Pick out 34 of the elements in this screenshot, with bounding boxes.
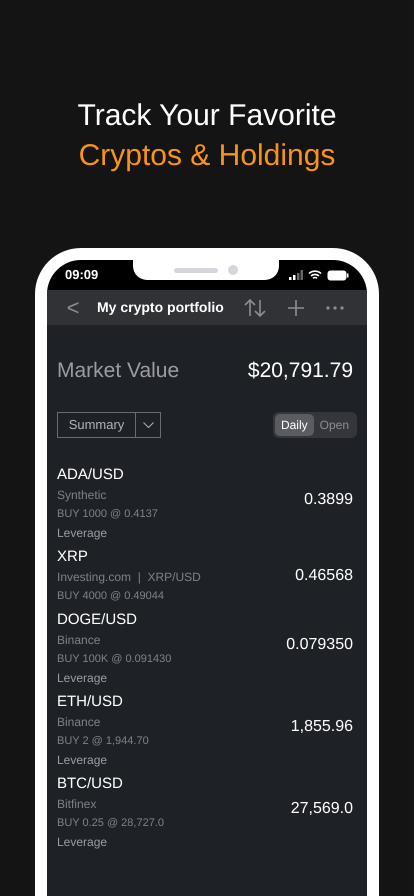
market-value-amount: $20,791.79 <box>248 358 353 384</box>
summary-dropdown[interactable]: Summary <box>57 412 161 438</box>
holding-price: 0.079350 <box>286 634 353 654</box>
nav-title: My crypto portfolio <box>97 298 224 317</box>
holding-symbol: ETH/USD <box>57 692 123 712</box>
holding-price: 27,569.0 <box>290 798 353 818</box>
leverage-label: Leverage <box>57 525 108 542</box>
status-time: 09:09 <box>65 266 98 284</box>
holding-source: Binance <box>57 632 100 649</box>
holding-source: Bitfinex <box>57 796 96 813</box>
holding-source: Synthetic <box>57 487 106 504</box>
holding-price: 0.3899 <box>304 490 353 510</box>
market-value-label: Market Value <box>57 358 180 384</box>
holding-trade: BUY 100K @ 0.091430 <box>57 652 172 667</box>
holding-price: 1,855.96 <box>290 716 353 736</box>
holding-trade: BUY 4000 @ 0.49044 <box>57 589 164 604</box>
back-button[interactable]: < <box>61 291 85 324</box>
leverage-label: Leverage <box>57 752 108 769</box>
holding-trade: BUY 0.25 @ 28,727.0 <box>57 816 164 831</box>
leverage-label: Leverage <box>57 834 108 851</box>
leverage-label: Leverage <box>57 670 108 687</box>
period-tab[interactable]: Open <box>314 414 355 436</box>
holding-symbol: DOGE/USD <box>57 610 138 630</box>
headline: Track Your Favorite <box>78 98 336 134</box>
holding-symbol: ADA/USD <box>57 465 124 485</box>
holding-source: Binance <box>57 714 100 731</box>
holding-source: Investing.com | XRP/USD <box>57 569 201 586</box>
holding-trade: BUY 1000 @ 0.4137 <box>57 507 158 522</box>
holding-trade: BUY 2 @ 1,944.70 <box>57 734 149 749</box>
holding-symbol: BTC/USD <box>57 774 123 794</box>
holding-symbol: XRP <box>57 547 88 567</box>
holding-price: 0.46568 <box>295 566 353 586</box>
period-tab[interactable]: Daily <box>274 414 314 436</box>
headline-highlight: Cryptos & Holdings <box>78 138 336 174</box>
